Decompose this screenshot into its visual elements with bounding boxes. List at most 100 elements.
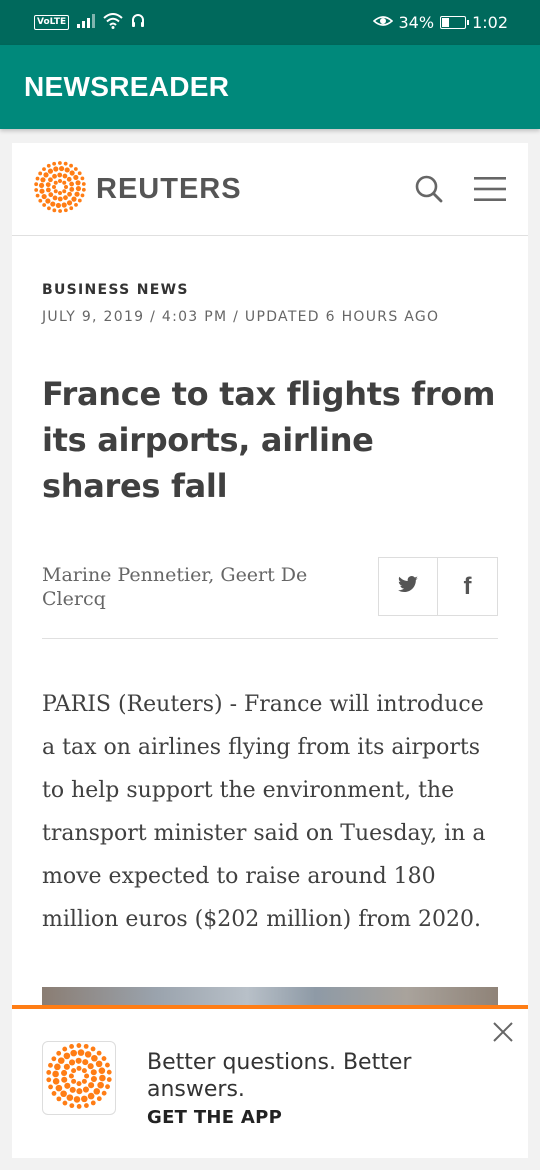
logo-dot — [38, 182, 45, 189]
logo-dot — [81, 182, 86, 186]
logo-dot — [53, 189, 58, 194]
logo-dot — [64, 167, 70, 173]
logo-dot — [95, 1060, 103, 1068]
logo-dot — [58, 191, 62, 195]
site-header: REUTERS — [12, 143, 528, 236]
logo-dot — [87, 1092, 95, 1100]
logo-dot — [55, 1084, 63, 1092]
brand-name: REUTERS — [96, 172, 242, 205]
logo-dot — [38, 171, 43, 176]
logo-dot — [105, 1062, 110, 1068]
logo-dot — [77, 1049, 85, 1056]
byline-row: Marine Pennetier, Geert De Clercq f — [42, 557, 498, 639]
logo-dot — [35, 193, 40, 198]
logo-dot — [48, 1062, 53, 1068]
logo-dot — [34, 182, 39, 187]
wifi-icon — [103, 12, 123, 33]
share-buttons: f — [378, 557, 498, 616]
logo-dot — [69, 170, 75, 176]
section-label[interactable]: BUSINESS NEWS — [42, 282, 498, 298]
twitter-icon — [397, 575, 419, 598]
logo-dot — [52, 185, 56, 189]
logo-dot — [47, 206, 51, 211]
volte-badge: VoLTE — [34, 15, 70, 30]
article-body: PARIS (Reuters) - France will introduce … — [42, 692, 486, 932]
app-promo-banner[interactable]: Better questions. Better answers. GET TH… — [12, 1005, 528, 1158]
logo-dot — [63, 208, 68, 213]
logo-dot — [40, 177, 46, 183]
logo-dot — [90, 1046, 96, 1052]
logo-dot — [75, 180, 81, 186]
article-headline: France to tax flights from its airports,… — [42, 375, 496, 505]
app-bar: NEWSREADER — [0, 45, 540, 129]
logo-dot — [52, 161, 57, 166]
logo-dot — [71, 1068, 77, 1074]
promo-app-icon[interactable] — [42, 1041, 116, 1115]
logo-dot — [73, 167, 78, 171]
logo-dot — [57, 196, 63, 202]
logo-dot — [55, 202, 62, 209]
app-title: NEWSREADER — [24, 71, 230, 102]
logo-dot — [83, 1043, 89, 1049]
twitter-share-button[interactable] — [378, 557, 438, 616]
logo-dot — [62, 1046, 68, 1052]
status-right: 34% 1:02 — [372, 13, 508, 32]
status-left: VoLTE — [34, 12, 145, 33]
logo-dot — [73, 174, 79, 181]
logo-dot — [50, 201, 56, 207]
logo-dot — [35, 176, 40, 181]
logo-dot — [46, 1077, 52, 1083]
logo-dot — [51, 1056, 57, 1062]
logo-dot — [106, 1077, 112, 1082]
logo-dot — [82, 1059, 89, 1066]
logo-dot — [58, 209, 62, 213]
logo-dot — [63, 195, 68, 201]
signal-icon — [77, 13, 96, 32]
logo-dot — [76, 1104, 82, 1109]
promo-tagline: Better questions. Better answers. — [147, 1050, 412, 1102]
byline[interactable]: Marine Pennetier, Geert De Clercq — [42, 563, 332, 611]
get-the-app-link[interactable]: GET THE APP — [147, 1107, 477, 1128]
logo-dot — [66, 176, 72, 182]
clock: 1:02 — [472, 13, 508, 32]
logo-dot — [81, 187, 86, 192]
logo-dot — [52, 208, 57, 213]
brand-link[interactable]: REUTERS — [34, 161, 242, 217]
logo-dot — [46, 1070, 52, 1075]
logo-dot — [69, 1086, 76, 1093]
logo-dot — [98, 1067, 106, 1074]
close-icon[interactable] — [492, 1021, 514, 1047]
logo-dot — [48, 177, 53, 183]
logo-dot — [106, 1069, 112, 1075]
facebook-share-button[interactable]: f — [438, 557, 498, 616]
logo-dot — [77, 198, 82, 203]
eye-comfort-icon — [372, 13, 393, 32]
article-image[interactable] — [42, 987, 498, 1007]
logo-dot — [96, 1050, 102, 1056]
logo-dot — [101, 1090, 107, 1096]
logo-dot — [48, 1084, 53, 1090]
logo-dot — [62, 180, 67, 185]
logo-dot — [45, 187, 51, 193]
logo-dot — [82, 1086, 89, 1093]
logo-dot — [69, 1044, 74, 1049]
logo-dot — [62, 173, 68, 179]
menu-icon[interactable] — [474, 176, 506, 202]
logo-dot — [56, 1096, 62, 1102]
logo-dot — [101, 1056, 107, 1061]
logo-dot — [46, 163, 51, 168]
logo-dot — [61, 1069, 68, 1077]
logo-dot — [58, 161, 62, 165]
logo-dot — [68, 1073, 74, 1079]
logo-dot — [105, 1084, 110, 1090]
reuters-logo-icon — [34, 161, 86, 217]
logo-dot — [58, 179, 62, 183]
logo-dot — [76, 1065, 82, 1071]
logo-dot — [53, 180, 58, 185]
logo-dot — [69, 186, 75, 192]
logo-dot — [93, 1088, 101, 1095]
web-content[interactable]: REUTERS BUSINESS NEWS JULY 9, 2019 / 4:0… — [12, 143, 528, 1158]
logo-dot — [69, 163, 73, 168]
logo-dot — [90, 1100, 96, 1106]
search-icon[interactable] — [414, 174, 444, 204]
